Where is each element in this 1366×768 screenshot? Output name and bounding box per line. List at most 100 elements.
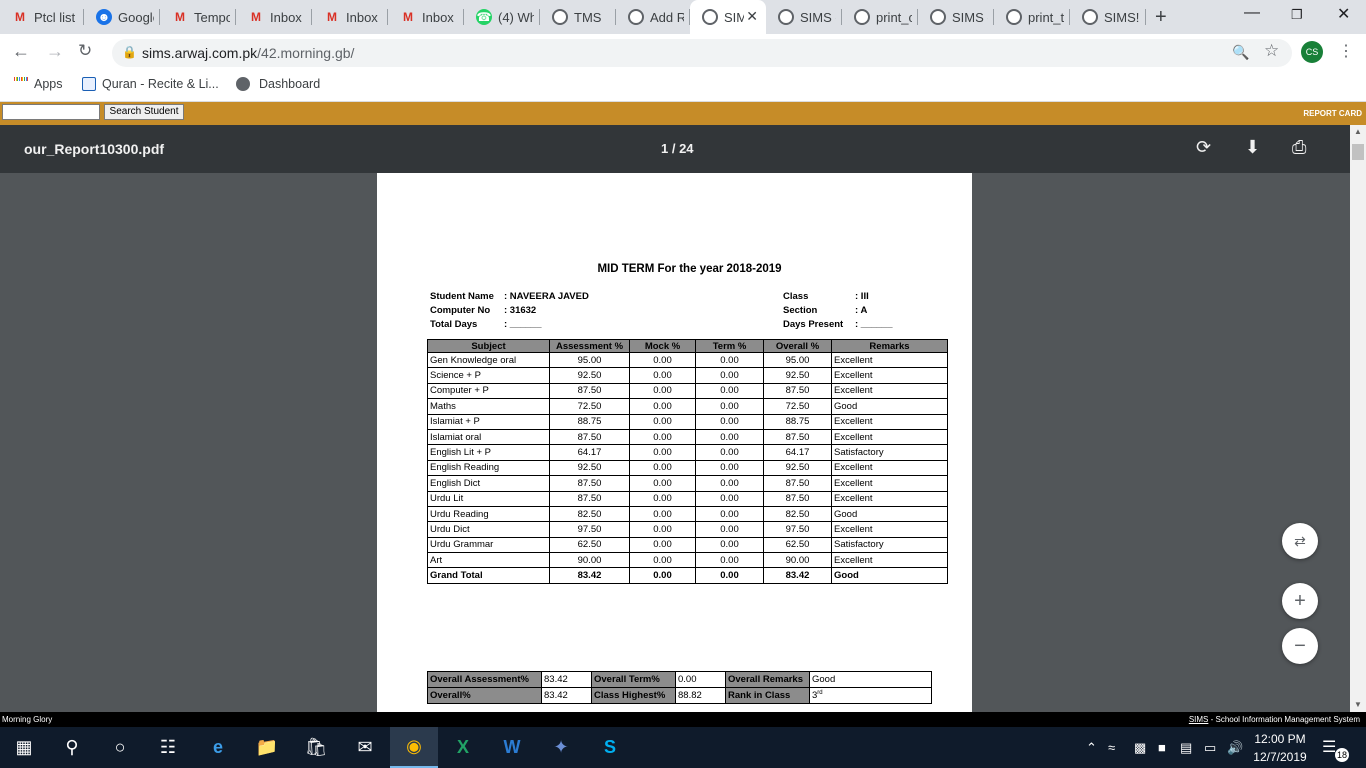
new-tab-button[interactable]: + [1155, 6, 1167, 29]
skype-icon[interactable]: S [586, 727, 634, 768]
table-cell: Computer + P [427, 382, 550, 400]
browser-tab[interactable]: Add Re [616, 0, 690, 34]
table-cell: 0.00 [695, 398, 764, 415]
excel-icon[interactable]: X [439, 727, 487, 768]
pdf-filename: our_Report10300.pdf [24, 141, 165, 157]
browser-tab[interactable]: SIMS - [766, 0, 842, 34]
table-cell: 0.00 [695, 459, 764, 477]
close-window-icon[interactable]: ✕ [1337, 4, 1350, 24]
tab-label: SIMS - [800, 9, 836, 25]
profile-avatar[interactable]: CS [1301, 41, 1323, 63]
table-cell: 0.00 [695, 490, 764, 507]
network-offline-icon[interactable]: ≈ [1108, 740, 1115, 755]
word-icon[interactable]: W [488, 727, 536, 768]
file-explorer-icon[interactable]: 📁 [243, 727, 291, 768]
volume-icon[interactable]: 🔊 [1227, 740, 1243, 756]
scroll-up-icon[interactable]: ▲ [1354, 127, 1362, 136]
table-cell: Excellent [831, 490, 948, 507]
zoom-icon[interactable]: 🔍 [1232, 44, 1249, 61]
scroll-down-icon[interactable]: ▼ [1354, 700, 1362, 709]
table-cell: 0.00 [629, 444, 696, 461]
browser-tab[interactable]: M Inbox ( [388, 0, 464, 34]
dolphin-app-icon[interactable]: ✦ [537, 727, 585, 768]
info-label: Section [783, 305, 818, 316]
tray-app2-icon[interactable]: ■ [1158, 740, 1166, 755]
close-tab-icon[interactable]: ✕ [746, 8, 758, 25]
browser-tab[interactable]: print_c [842, 0, 918, 34]
browser-tab[interactable]: ☎ (4) Wh [464, 0, 540, 34]
page-scrollbar[interactable]: ▲ ▼ [1350, 125, 1366, 712]
browser-tab[interactable]: TMS [540, 0, 616, 34]
pdf-viewer: MID TERM For the year 2018-2019 Student … [0, 173, 1350, 712]
browser-tab[interactable]: SIMS - [918, 0, 994, 34]
summary-value-text: Good [812, 674, 836, 685]
address-bar[interactable]: 🔒 sims.arwaj.com.pk/42.morning.gb/ [112, 39, 1292, 67]
zoom-out-icon[interactable]: − [1282, 628, 1318, 664]
print-icon[interactable]: ⎙ [1292, 137, 1306, 158]
reload-icon[interactable]: ↻ [78, 41, 92, 61]
browser-tab[interactable]: SIMS! [1070, 0, 1146, 34]
globe-icon [236, 77, 250, 91]
browser-tab[interactable]: M Inbox ( [312, 0, 388, 34]
back-icon[interactable]: ← [12, 41, 30, 62]
browser-tab[interactable]: M Inbox ( [236, 0, 312, 34]
gmail-icon: M [327, 10, 337, 24]
store-icon[interactable]: 🛍 [292, 727, 340, 768]
battery-icon[interactable]: ▭ [1204, 740, 1216, 756]
search-student-button[interactable]: Search Student [104, 104, 184, 120]
globe-icon [778, 9, 794, 25]
taskbar-clock[interactable]: 12:00 PM 12/7/2019 [1250, 730, 1310, 766]
table-cell: 0.00 [695, 475, 764, 492]
bookmark-dashboard[interactable]: Dashboard [236, 77, 320, 91]
table-cell: 87.50 [763, 490, 832, 507]
table-cell: Good [831, 505, 948, 523]
info-label: Days Present [783, 319, 844, 330]
browser-tab[interactable]: M Ptcl list [0, 0, 84, 34]
minimize-icon[interactable]: — [1244, 4, 1260, 22]
download-icon[interactable]: ⬇ [1245, 137, 1260, 158]
display-icon[interactable]: ▤ [1180, 740, 1192, 756]
table-cell: 0.00 [695, 536, 764, 554]
cortana-icon[interactable]: ○ [96, 727, 144, 768]
windows-start-icon[interactable]: ▦ [0, 727, 48, 768]
tray-app-icon[interactable]: ▩ [1134, 740, 1146, 756]
summary-label: Overall Term% [591, 671, 676, 688]
info-label: Total Days [430, 319, 478, 330]
fit-to-page-icon[interactable]: ⇄ [1282, 523, 1318, 559]
tray-expand-icon[interactable]: ⌃ [1086, 740, 1097, 756]
clock-date: 12/7/2019 [1253, 750, 1307, 764]
table-cell: 97.50 [549, 521, 630, 538]
task-view-icon[interactable]: ☷ [144, 727, 192, 768]
bookmark-quran[interactable]: Quran - Recite & Li... [82, 77, 219, 91]
chrome-icon[interactable]: ◉ [390, 727, 438, 768]
browser-tab[interactable]: SIMS✕ [690, 0, 766, 34]
tab-label: TMS [574, 9, 602, 25]
url-host: sims.arwaj.com.pk [142, 45, 258, 61]
zoom-in-icon[interactable]: + [1282, 583, 1318, 619]
scroll-thumb[interactable] [1352, 144, 1364, 160]
table-cell: Gen Knowledge oral [427, 351, 550, 369]
bookmark-apps[interactable]: Apps [14, 77, 63, 91]
browser-tab[interactable]: print_t [994, 0, 1070, 34]
summary-value-text: 88.82 [678, 690, 702, 701]
student-search-input[interactable] [2, 104, 100, 120]
search-icon[interactable]: ⚲ [48, 727, 96, 768]
mail-icon[interactable]: ✉ [341, 727, 389, 768]
sims-link[interactable]: SIMS [1189, 715, 1209, 724]
menu-icon[interactable]: ⋮ [1338, 41, 1354, 61]
browser-tab[interactable]: M Tempo [160, 0, 236, 34]
table-cell: Urdu Lit [427, 490, 550, 507]
bookmark-star-icon[interactable]: ☆ [1264, 41, 1279, 61]
browser-tab[interactable]: ☻ Google [84, 0, 160, 34]
rotate-icon[interactable]: ⟳ [1196, 137, 1211, 158]
bookmark-label: Apps [34, 77, 63, 91]
table-cell: English Dict [427, 475, 550, 492]
restore-icon[interactable]: ❐ [1291, 7, 1303, 23]
tab-label: Ptcl list [34, 9, 76, 25]
table-cell: 92.50 [549, 459, 630, 477]
table-row: English Dict 87.50 0.00 0.00 87.50 Excellent [427, 475, 948, 492]
table-cell: Excellent [831, 367, 948, 384]
info-label: Computer No [430, 305, 491, 316]
edge-icon[interactable]: e [194, 727, 242, 768]
table-cell: 0.00 [629, 475, 696, 492]
